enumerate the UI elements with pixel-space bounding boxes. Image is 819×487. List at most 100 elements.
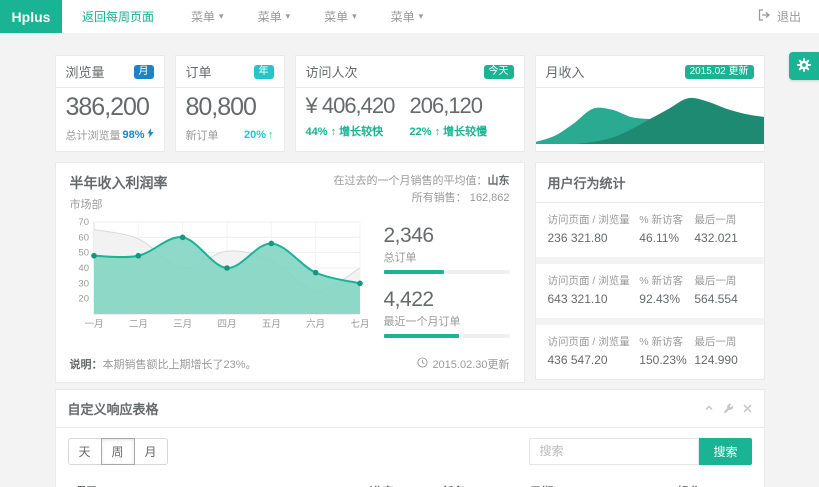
col-header-task: 任务 xyxy=(436,476,524,487)
logout-button[interactable]: 退出 xyxy=(758,0,819,33)
col-header-date: 日期 xyxy=(524,476,672,487)
period-tabs: 天 周 月 xyxy=(68,438,168,465)
user-stats-title: 用户行为统计 xyxy=(536,163,764,203)
brand-logo[interactable]: Hplus xyxy=(0,0,62,33)
nav-menu-3[interactable]: 菜单 ▾ xyxy=(307,8,374,25)
projects-table: 项目 进度 任务 日期 操作 米莫说 | MiMO Show xyxy=(68,476,752,487)
chevron-down-icon: ▾ xyxy=(352,11,357,22)
period-badge-month: 月 xyxy=(134,65,154,79)
footer-note: 本期销售额比上期增长了23%。 xyxy=(103,359,257,371)
last-week-value: 564.554 xyxy=(694,292,751,306)
stat-metric: 20% xyxy=(244,129,266,141)
visits-value: 436 547.20 xyxy=(548,353,640,367)
period-badge-year: 年 xyxy=(254,65,274,79)
visits-value: 643 321.10 xyxy=(548,292,640,306)
user-stats-panel: 用户行为统计 访问页面 / 浏览量 236 321.80 % 新访客 46.11… xyxy=(535,162,765,381)
avg-sales-label: 在过去的一个月销售的平均值： xyxy=(334,175,488,187)
orders-month-progressbar xyxy=(384,334,510,338)
search-button[interactable]: 搜索 xyxy=(699,438,751,465)
nav-menu-1[interactable]: 菜单 ▾ xyxy=(174,8,241,25)
growth-note-slow: 22% ↑ 增长较慢 xyxy=(410,123,514,139)
responsive-table-panel: 自定义响应表格 天 周 月 xyxy=(55,389,765,487)
visits-label: 访问页面 / 浏览量 xyxy=(548,213,640,228)
middle-row: 半年收入利润率 市场部 在过去的一个月销售的平均值：山东 所有销售： 162,8… xyxy=(55,162,765,383)
all-sales-value: 162,862 xyxy=(470,192,510,204)
user-stats-row: 访问页面 / 浏览量 643 321.10 % 新访客 92.43% 最后一周 … xyxy=(536,264,764,318)
tab-month[interactable]: 月 xyxy=(134,438,168,465)
svg-text:三月: 三月 xyxy=(173,319,192,330)
svg-text:一月: 一月 xyxy=(84,319,103,330)
stat-value: 80,800 xyxy=(186,94,274,122)
stat-cards-row: 浏览量 月 386,200 总计浏览量 98% 订单 xyxy=(55,55,765,152)
footer-note-label: 说明： xyxy=(70,359,103,371)
visits-label: 访问页面 / 浏览量 xyxy=(548,274,640,289)
profit-panel: 半年收入利润率 市场部 在过去的一个月销售的平均值：山东 所有销售： 162,8… xyxy=(55,162,525,383)
row-divider xyxy=(536,257,764,264)
svg-text:六月: 六月 xyxy=(306,318,325,330)
svg-text:70: 70 xyxy=(78,217,89,228)
col-header-project: 项目 xyxy=(68,476,364,487)
collapse-icon[interactable] xyxy=(704,403,714,413)
avg-sales-value: 山东 xyxy=(488,175,510,187)
growth-note-fast: 44% ↑ 增长较快 xyxy=(306,123,410,139)
svg-text:四月: 四月 xyxy=(217,319,236,330)
last-week-value: 124.990 xyxy=(694,353,751,367)
tab-day[interactable]: 天 xyxy=(68,438,102,465)
back-home-link[interactable]: 返回每周页面 xyxy=(62,8,174,25)
top-navbar: Hplus 返回每周页面 菜单 ▾ 菜单 ▾ 菜单 ▾ 菜单 ▾ 退出 xyxy=(0,0,819,33)
profit-chart: 203040506070一月二月三月四月五月六月七月 xyxy=(68,216,368,332)
orders-total-progressbar xyxy=(384,270,510,274)
close-icon[interactable] xyxy=(743,404,752,413)
tab-week[interactable]: 周 xyxy=(101,438,135,465)
svg-text:二月: 二月 xyxy=(128,319,147,330)
svg-text:20: 20 xyxy=(78,293,89,304)
stat-title: 访问人次 xyxy=(306,62,358,81)
stat-card-pageviews: 浏览量 月 386,200 总计浏览量 98% xyxy=(55,55,165,152)
gear-icon xyxy=(796,57,812,76)
col-header-action: 操作 xyxy=(672,476,752,487)
user-stats-row: 访问页面 / 浏览量 236 321.80 % 新访客 46.11% 最后一周 … xyxy=(536,203,764,257)
stat-title: 订单 xyxy=(186,62,212,81)
orders-month-bar-fill xyxy=(384,334,460,338)
visits-value: 236 321.80 xyxy=(548,231,640,245)
theme-settings-button[interactable] xyxy=(789,52,819,80)
stat-sub-label: 新订单 xyxy=(186,127,219,143)
orders-month-value: 4,422 xyxy=(384,288,510,312)
new-visitors-value: 92.43% xyxy=(639,292,694,306)
search-input[interactable] xyxy=(529,438,699,465)
panel-title: 半年收入利润率 xyxy=(70,173,168,193)
orders-total-value: 2,346 xyxy=(384,224,510,248)
orders-total-label: 总订单 xyxy=(384,249,510,265)
updated-timestamp: 2015.02.30更新 xyxy=(432,356,509,372)
clock-icon xyxy=(417,357,428,371)
wrench-icon[interactable] xyxy=(723,403,734,414)
last-week-label: 最后一周 xyxy=(694,335,751,350)
chevron-down-icon: ▾ xyxy=(219,11,224,22)
stat-metric: 98% xyxy=(122,129,144,141)
nav-menu-2[interactable]: 菜单 ▾ xyxy=(241,8,308,25)
user-stats-row: 访问页面 / 浏览量 436 547.20 % 新访客 150.23% 最后一周… xyxy=(536,325,764,379)
dashboard-content: 浏览量 月 386,200 总计浏览量 98% 订单 xyxy=(55,55,765,487)
stat-title: 月收入 xyxy=(546,62,585,81)
svg-text:50: 50 xyxy=(78,247,89,258)
stat-title: 浏览量 xyxy=(66,62,105,81)
logout-label: 退出 xyxy=(777,8,801,25)
stat-sub-label: 总计浏览量 xyxy=(66,127,121,143)
col-header-progress: 进度 xyxy=(364,476,436,487)
new-visitors-label: % 新访客 xyxy=(639,213,694,228)
chevron-down-icon: ▾ xyxy=(419,11,424,22)
panel-subtitle: 市场部 xyxy=(70,196,168,212)
new-visitors-label: % 新访客 xyxy=(639,274,694,289)
new-visitors-label: % 新访客 xyxy=(639,335,694,350)
stat-value: 386,200 xyxy=(66,94,154,122)
svg-text:七月: 七月 xyxy=(350,319,368,330)
svg-text:60: 60 xyxy=(78,232,89,243)
new-visitors-value: 150.23% xyxy=(639,353,694,367)
sign-out-icon xyxy=(758,9,771,24)
last-week-label: 最后一周 xyxy=(694,274,751,289)
nav-menu-4[interactable]: 菜单 ▾ xyxy=(374,8,441,25)
stat-card-orders: 订单 年 80,800 新订单 20% ↑ xyxy=(175,55,285,152)
visits-label: 访问页面 / 浏览量 xyxy=(548,335,640,350)
svg-text:30: 30 xyxy=(78,278,89,289)
chevron-down-icon: ▾ xyxy=(286,11,291,22)
